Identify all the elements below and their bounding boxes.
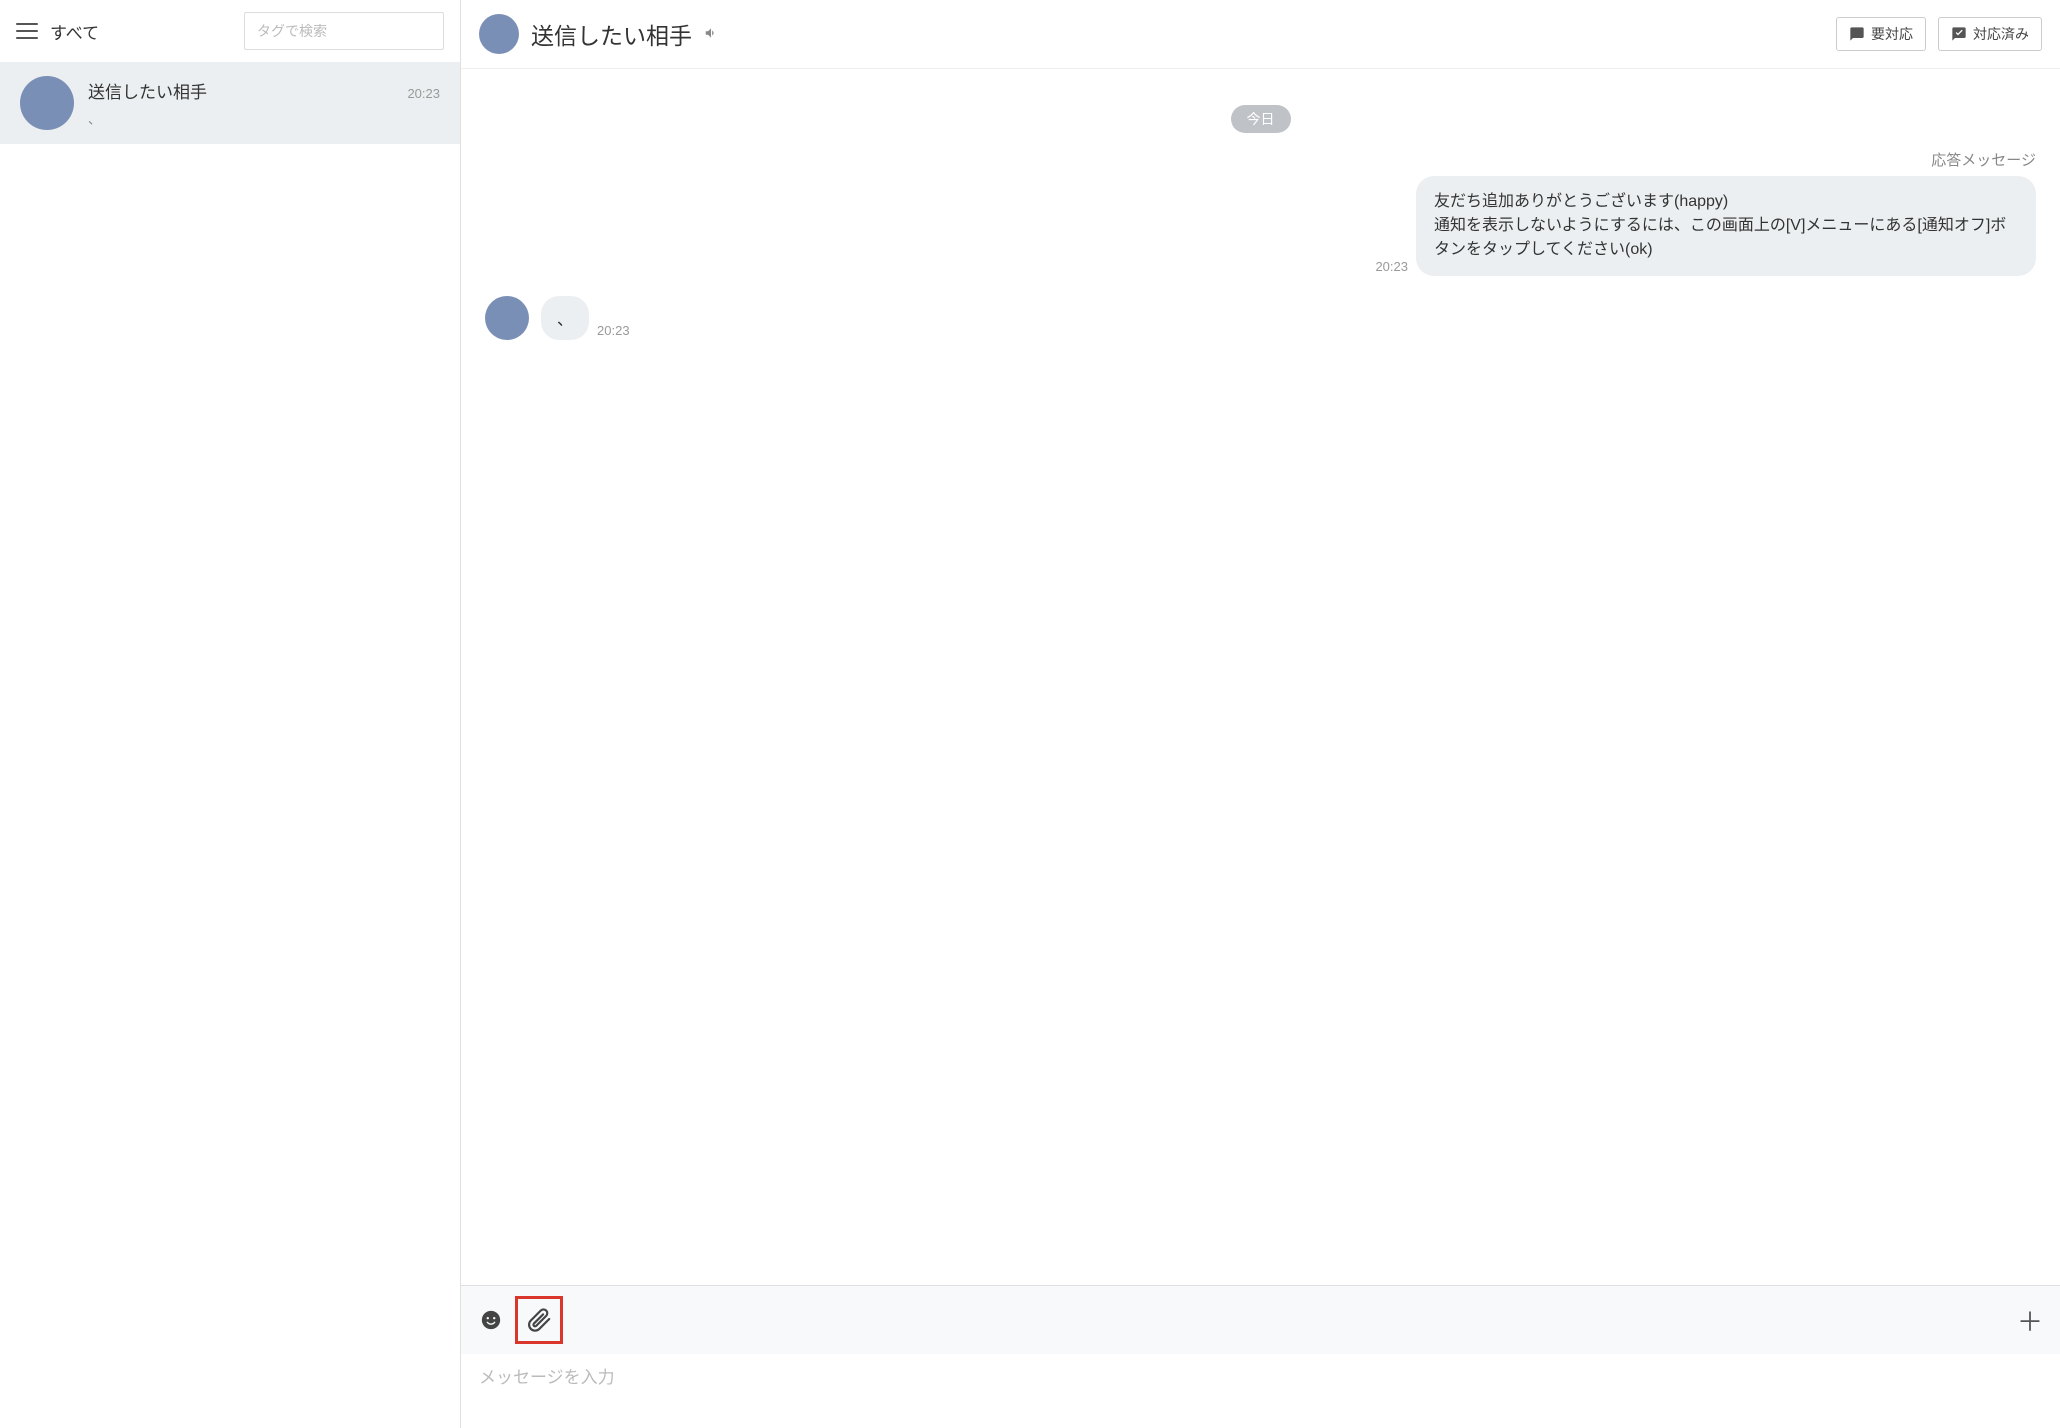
message-row-incoming: 、 20:23: [485, 296, 2036, 340]
message-bubble: 友だち追加ありがとうございます(happy) 通知を表示しないようにするには、こ…: [1416, 176, 2036, 276]
chat-area[interactable]: 今日 応答メッセージ 20:23 友だち追加ありがとうございます(happy) …: [461, 69, 2060, 1285]
paperclip-icon: [526, 1307, 552, 1333]
need-response-button[interactable]: 要対応: [1836, 17, 1926, 51]
emoji-button[interactable]: [475, 1304, 507, 1336]
conversation-preview: 、: [88, 109, 440, 128]
attachment-button[interactable]: [515, 1296, 563, 1344]
speaker-icon[interactable]: [704, 26, 718, 43]
avatar: [479, 14, 519, 54]
message-bubble: 、: [541, 296, 589, 340]
search-input[interactable]: [244, 12, 444, 50]
main-panel: 送信したい相手 要対応 対応済み 今日 応答メッセージ 20:23 友だち追加あ…: [461, 0, 2060, 1428]
date-separator: 今日: [485, 105, 2036, 133]
conversation-time: 20:23: [407, 86, 440, 101]
message-input-area: [461, 1354, 2060, 1428]
chat-check-icon: [1951, 26, 1967, 42]
add-button[interactable]: ＋: [2014, 1304, 2046, 1336]
sidebar-title: すべて: [50, 19, 232, 44]
chat-header: 送信したい相手 要対応 対応済み: [461, 0, 2060, 69]
avatar: [20, 76, 74, 130]
auto-reply-label: 応答メッセージ: [485, 149, 2036, 170]
date-pill: 今日: [1231, 105, 1291, 133]
conversation-name: 送信したい相手: [88, 78, 207, 103]
avatar: [485, 296, 529, 340]
message-time: 20:23: [1375, 259, 1408, 274]
smile-icon: [480, 1309, 502, 1331]
conversation-body: 送信したい相手 20:23 、: [88, 76, 440, 130]
hamburger-icon[interactable]: [16, 23, 38, 39]
need-response-label: 要対応: [1871, 24, 1913, 44]
sidebar-header: すべて: [0, 0, 460, 62]
chat-title: 送信したい相手: [531, 17, 692, 51]
chat-icon: [1849, 26, 1865, 42]
done-response-label: 対応済み: [1973, 24, 2029, 44]
conversation-item[interactable]: 送信したい相手 20:23 、: [0, 62, 460, 144]
plus-icon: ＋: [2017, 1302, 2043, 1339]
message-time: 20:23: [597, 323, 630, 338]
message-input[interactable]: [479, 1368, 2042, 1388]
message-row-outgoing: 20:23 友だち追加ありがとうございます(happy) 通知を表示しないように…: [485, 176, 2036, 276]
sidebar: すべて 送信したい相手 20:23 、: [0, 0, 461, 1428]
done-response-button[interactable]: 対応済み: [1938, 17, 2042, 51]
input-toolbar: ＋: [461, 1285, 2060, 1354]
